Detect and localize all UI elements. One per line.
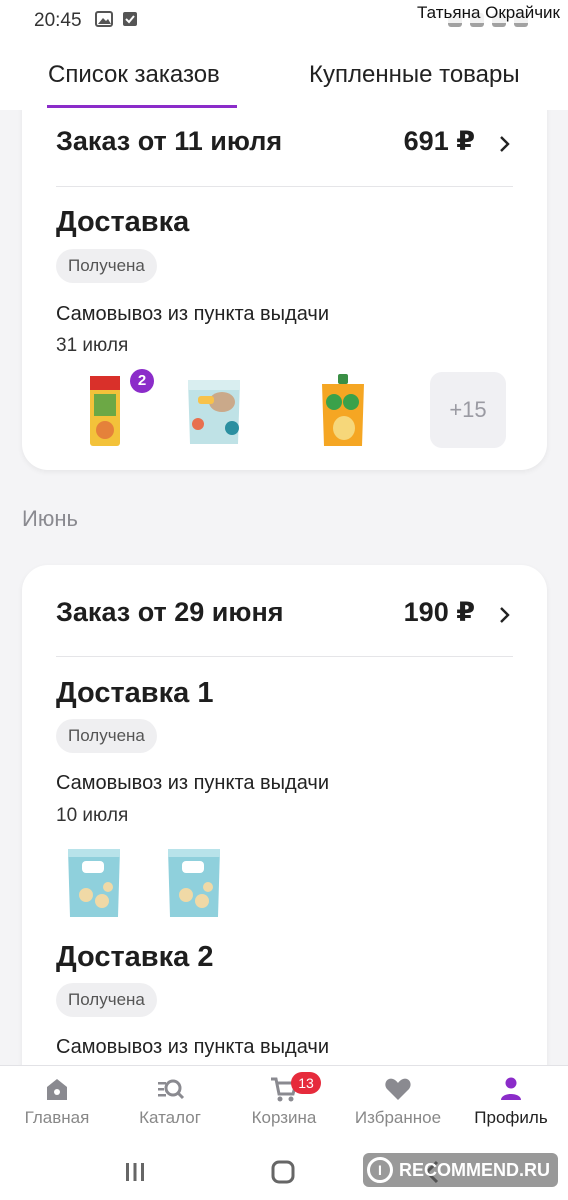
status-badge: Получена [56, 983, 157, 1017]
product-thumb[interactable] [176, 372, 254, 450]
heart-icon [385, 1078, 411, 1100]
order-price: 691 ₽ [403, 126, 475, 156]
product-thumb[interactable] [156, 843, 234, 921]
watermark-logo: I [367, 1157, 393, 1183]
product-thumb[interactable] [56, 843, 134, 921]
nav-label: Профиль [474, 1108, 548, 1127]
more-items-counter[interactable]: +15 [430, 372, 506, 448]
order-divider [56, 186, 513, 187]
delivery-date: 31 июля [56, 335, 129, 356]
fruit-puree-pouch-icon [322, 374, 364, 446]
tab-bought-items[interactable]: Купленные товары [309, 61, 520, 89]
baby-porridge-pack-icon [188, 380, 240, 444]
checkbox-notification-icon [123, 12, 137, 26]
delivery-method: Самовывоз из пункта выдачи [56, 303, 329, 325]
catalog-search-icon [158, 1079, 185, 1100]
order-divider [56, 656, 513, 657]
product-thumbnails: 2 2 [56, 369, 516, 462]
recommend-watermark: I RECOMMEND.RU [363, 1153, 558, 1187]
nav-label: Главная [24, 1108, 90, 1127]
order-title: Заказ от 29 июня [56, 597, 284, 627]
profile-icon [501, 1077, 521, 1100]
status-bar: 20:45 Татьяна Окрайчик [0, 0, 568, 44]
home-icon [47, 1079, 67, 1100]
chevron-right-icon[interactable] [497, 132, 513, 156]
product-thumb[interactable]: 2 [304, 372, 382, 450]
status-badge: Получена [56, 249, 157, 283]
nav-label: Каталог [139, 1108, 201, 1127]
delivery-title: Доставка 1 [56, 677, 214, 709]
nav-profile[interactable]: Профиль [456, 1074, 566, 1128]
active-tab-indicator [47, 105, 237, 108]
quantity-badge: 2 [130, 369, 154, 393]
nav-cart[interactable]: 13 Корзина [229, 1072, 339, 1128]
recent-apps-icon[interactable] [120, 1157, 150, 1187]
order-price: 190 ₽ [403, 597, 475, 627]
delivery-title: Доставка [56, 206, 190, 238]
nav-label: Корзина [251, 1108, 317, 1127]
product-thumb[interactable]: 2 [68, 369, 154, 450]
order-title: Заказ от 11 июля [56, 126, 283, 156]
delivery-date: 10 июля [56, 805, 129, 826]
orders-list[interactable]: Заказ от 11 июля 691 ₽ Доставка Получена… [0, 110, 568, 1065]
watermark-text: RECOMMEND.RU [399, 1159, 550, 1180]
status-time: 20:45 [34, 10, 82, 31]
nav-catalog[interactable]: Каталог [115, 1074, 225, 1128]
nav-home[interactable]: Главная [2, 1074, 112, 1128]
delivery-title: Доставка 2 [56, 941, 214, 973]
product-thumbnails [56, 843, 516, 933]
watermark-username: Татьяна Окрайчик [415, 3, 562, 23]
nav-favorites[interactable]: Избранное [343, 1074, 453, 1128]
orders-tabs: Список заказов Купленные товары [0, 44, 568, 110]
month-header: Июнь [22, 506, 78, 531]
chevron-right-icon[interactable] [497, 603, 513, 627]
order-card[interactable]: Заказ от 11 июля 691 ₽ Доставка Получена… [22, 110, 547, 470]
baby-snack-pack-icon [168, 849, 220, 917]
delivery-method: Самовывоз из пункта выдачи [56, 772, 329, 794]
nav-label: Избранное [354, 1108, 442, 1127]
image-notification-icon [95, 11, 113, 27]
home-button-icon[interactable] [268, 1157, 298, 1187]
status-badge: Получена [56, 719, 157, 753]
delivery-method: Самовывоз из пункта выдачи [56, 1036, 329, 1058]
order-card[interactable]: Заказ от 29 июня 190 ₽ Доставка 1 Получе… [22, 565, 547, 1065]
bottom-navigation: Главная Каталог 13 Корзина Избранное Про… [0, 1065, 568, 1143]
system-navigation-bar: I RECOMMEND.RU [0, 1143, 568, 1200]
cart-count-badge: 13 [291, 1072, 321, 1094]
tab-order-list[interactable]: Список заказов [48, 61, 220, 89]
baby-snack-pack-icon [68, 849, 120, 917]
